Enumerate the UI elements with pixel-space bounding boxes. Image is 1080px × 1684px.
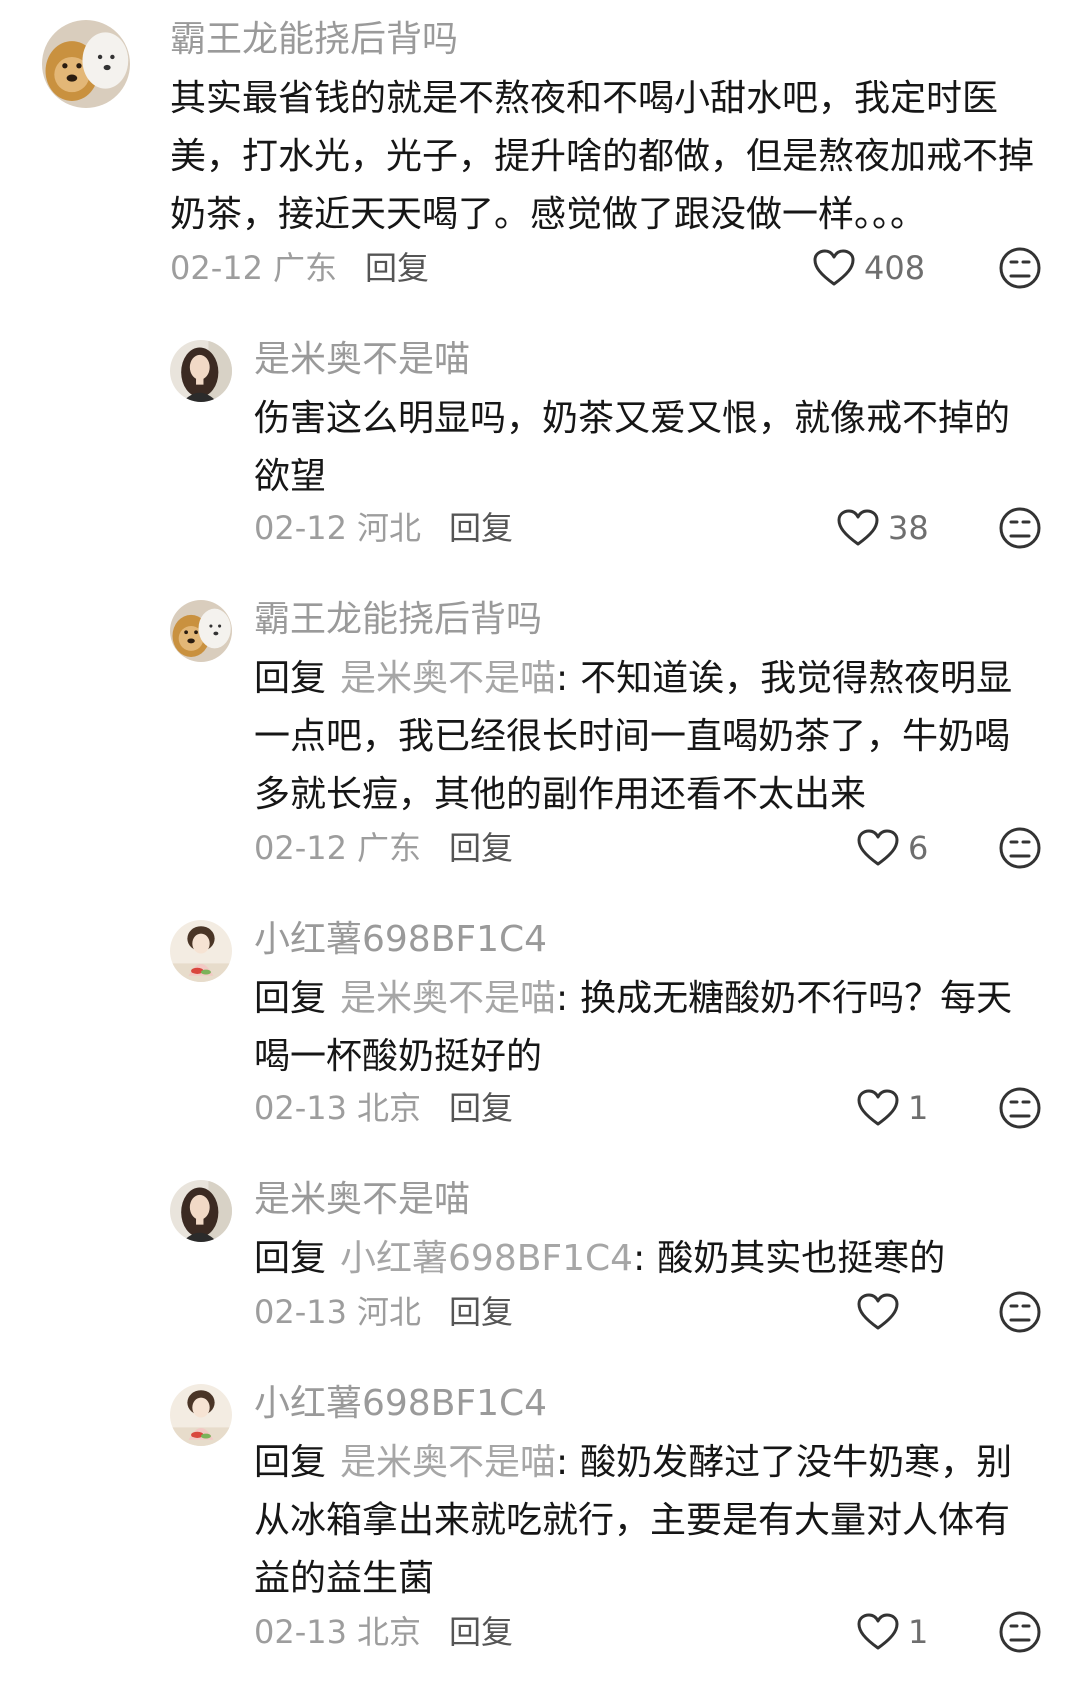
reply-separator: :	[633, 1238, 646, 1279]
frown-face-icon	[998, 826, 1042, 870]
like-count: 408	[864, 249, 926, 287]
dislike-button[interactable]	[998, 506, 1042, 550]
reply-button[interactable]: 回复	[449, 1293, 513, 1331]
like-button[interactable]: 38	[836, 505, 929, 551]
reply-label: 回复	[254, 1238, 327, 1279]
comment-text: 回复 是米奥不是喵: 酸奶发酵过了没牛奶寒，别从冰箱拿出来就吃就行，主要是有大量对人…	[254, 1434, 1044, 1608]
author-name[interactable]: 是米奥不是喵	[254, 338, 470, 382]
reply-separator: :	[556, 658, 569, 699]
frown-face-icon	[998, 1086, 1042, 1130]
author-name[interactable]: 小红薯698BF1C4	[254, 1382, 547, 1426]
author-name[interactable]: 是米奥不是喵	[254, 1178, 470, 1222]
like-count: 1	[908, 1089, 929, 1127]
comment-body: 不知道诶，我觉得熬夜明显一点吧，我已经很长时间一直喝奶茶了，牛奶喝多就长痘，其他…	[254, 658, 1013, 815]
reply-button[interactable]: 回复	[449, 1613, 513, 1651]
comment-text: 其实最省钱的就是不熬夜和不喝小甜水吧，我定时医美，打水光，光子，提升啥的都做，但…	[170, 70, 1040, 244]
comment-date: 02-12	[254, 829, 347, 867]
heart-outline-icon	[856, 1292, 900, 1332]
reply-label: 回复	[254, 1442, 327, 1483]
dislike-button[interactable]	[998, 1086, 1042, 1130]
reply-target-name[interactable]: 是米奥不是喵	[340, 658, 556, 699]
comment-date: 02-12	[254, 509, 347, 547]
comment-body: 换成无糖酸奶不行吗？每天喝一杯酸奶挺好的	[254, 978, 1013, 1077]
dislike-button[interactable]	[998, 1290, 1042, 1334]
comment-location: 广东	[356, 829, 421, 867]
comment-meta: 02-13 河北 回复	[254, 1292, 513, 1332]
comment-text: 回复 是米奥不是喵: 换成无糖酸奶不行吗？每天喝一杯酸奶挺好的	[254, 970, 1044, 1086]
author-name[interactable]: 小红薯698BF1C4	[254, 918, 547, 962]
avatar[interactable]	[170, 600, 232, 662]
reply-target-name[interactable]: 小红薯698BF1C4	[340, 1238, 633, 1279]
cartoon-girl-avatar-image	[170, 920, 232, 982]
reply-button[interactable]: 回复	[449, 509, 513, 547]
comment-text: 伤害这么明显吗，奶茶又爱又恨，就像戒不掉的欲望	[254, 390, 1044, 506]
reply-label: 回复	[254, 978, 327, 1019]
comment-body: 伤害这么明显吗，奶茶又爱又恨，就像戒不掉的欲望	[254, 398, 1011, 497]
dislike-button[interactable]	[998, 1610, 1042, 1654]
reply-target-name[interactable]: 是米奥不是喵	[340, 1442, 556, 1483]
avatar[interactable]	[170, 1384, 232, 1446]
author-name[interactable]: 霸王龙能挠后背吗	[254, 598, 542, 642]
reply-separator: :	[556, 978, 569, 1019]
comment-location: 北京	[356, 1613, 421, 1651]
woman-avatar-image	[170, 1180, 232, 1242]
dislike-button[interactable]	[998, 246, 1042, 290]
comment-text: 回复 是米奥不是喵: 不知道诶，我觉得熬夜明显一点吧，我已经很长时间一直喝奶茶了，牛…	[254, 650, 1044, 824]
heart-outline-icon	[856, 1088, 900, 1128]
reply-target-name[interactable]: 是米奥不是喵	[340, 978, 556, 1019]
comment-location: 河北	[356, 1293, 421, 1331]
like-button[interactable]: 1	[856, 1085, 928, 1131]
comment-date: 02-12	[170, 249, 263, 287]
frown-face-icon	[998, 1290, 1042, 1334]
comment-meta: 02-12 广东 回复	[170, 248, 429, 288]
comment-meta: 02-12 广东 回复	[254, 828, 513, 868]
like-count: 6	[908, 829, 929, 867]
heart-outline-icon	[812, 248, 856, 288]
comment-body: 酸奶发酵过了没牛奶寒，别从冰箱拿出来就吃就行，主要是有大量对人体有益的益生菌	[254, 1442, 1013, 1599]
comment-meta: 02-13 北京 回复	[254, 1088, 513, 1128]
avatar[interactable]	[42, 20, 130, 108]
comment-text: 回复 小红薯698BF1C4: 酸奶其实也挺寒的	[254, 1230, 1044, 1288]
comment-location: 北京	[356, 1089, 421, 1127]
reply-button[interactable]: 回复	[449, 1089, 513, 1127]
like-button[interactable]	[856, 1289, 908, 1335]
reply-label: 回复	[254, 658, 327, 699]
avatar[interactable]	[170, 340, 232, 402]
avatar[interactable]	[170, 1180, 232, 1242]
comment-location: 广东	[272, 249, 337, 287]
cartoon-girl-avatar-image	[170, 1384, 232, 1446]
comment-body: 酸奶其实也挺寒的	[657, 1238, 946, 1279]
like-count: 38	[888, 509, 929, 547]
heart-outline-icon	[856, 828, 900, 868]
like-button[interactable]: 6	[856, 825, 928, 871]
frown-face-icon	[998, 1610, 1042, 1654]
dislike-button[interactable]	[998, 826, 1042, 870]
comment-location: 河北	[356, 509, 421, 547]
like-button[interactable]: 1	[856, 1609, 928, 1655]
frown-face-icon	[998, 506, 1042, 550]
avatar[interactable]	[170, 920, 232, 982]
comment-meta: 02-12 河北 回复	[254, 508, 513, 548]
woman-avatar-image	[170, 340, 232, 402]
dog-avatar-image	[170, 600, 232, 662]
comment-meta: 02-13 北京 回复	[254, 1612, 513, 1652]
comment-date: 02-13	[254, 1293, 347, 1331]
dog-avatar-image	[42, 20, 130, 108]
heart-outline-icon	[856, 1612, 900, 1652]
reply-button[interactable]: 回复	[449, 829, 513, 867]
reply-separator: :	[556, 1442, 569, 1483]
like-count: 1	[908, 1613, 929, 1651]
comment-body: 其实最省钱的就是不熬夜和不喝小甜水吧，我定时医美，打水光，光子，提升啥的都做，但…	[170, 78, 1035, 235]
like-button[interactable]: 408	[812, 245, 925, 291]
reply-button[interactable]: 回复	[365, 249, 429, 287]
frown-face-icon	[998, 246, 1042, 290]
comment-date: 02-13	[254, 1613, 347, 1651]
comment-date: 02-13	[254, 1089, 347, 1127]
heart-outline-icon	[836, 508, 880, 548]
author-name[interactable]: 霸王龙能挠后背吗	[170, 18, 458, 62]
